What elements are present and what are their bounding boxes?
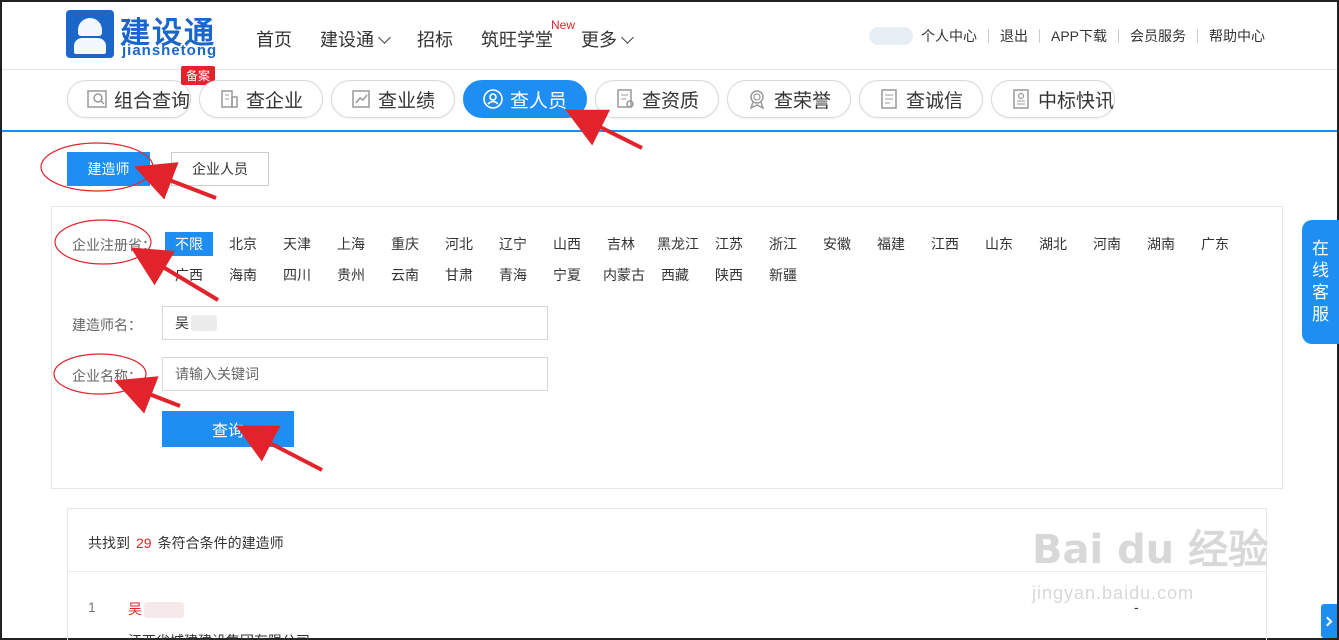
divider (68, 571, 1266, 572)
chart-icon (352, 90, 370, 108)
nav-jianshetong[interactable]: 建设通 (320, 26, 391, 52)
province-option[interactable]: 河南 (1083, 232, 1131, 256)
province-option[interactable]: 天津 (273, 232, 321, 256)
search-tabbar: 组合查询 备案 查企业 查业绩 查人员 查资质 查荣誉 查诚信 中标快讯 (2, 66, 1337, 132)
province-option[interactable]: 云南 (381, 263, 429, 287)
nav-bidding[interactable]: 招标 (417, 26, 453, 52)
building-icon (221, 90, 238, 108)
logo[interactable]: 建设通 jianshetong (66, 10, 230, 60)
province-option[interactable]: 黑龙江 (651, 232, 705, 256)
province-option[interactable]: 西藏 (651, 263, 699, 287)
province-option[interactable]: 吉林 (597, 232, 645, 256)
query-button[interactable]: 查询 (162, 411, 294, 447)
result-company[interactable]: 江西省城建建设集团有限公司 (128, 631, 310, 640)
link-app-download[interactable]: APP下载 (1051, 26, 1107, 46)
tab-personnel[interactable]: 查人员 (463, 80, 587, 118)
divider (1038, 29, 1040, 43)
logo-subtext: jianshetong (122, 42, 218, 59)
province-option[interactable]: 重庆 (381, 232, 429, 256)
nav-academy[interactable]: 筑旺学堂 New (481, 18, 575, 52)
avatar[interactable] (868, 27, 913, 45)
province-option[interactable]: 宁夏 (543, 263, 591, 287)
province-option[interactable]: 广西 (165, 263, 213, 287)
link-member-service[interactable]: 会员服务 (1130, 26, 1186, 46)
subtab-builder[interactable]: 建造师 (67, 152, 150, 186)
province-option[interactable]: 河北 (435, 232, 483, 256)
province-option[interactable]: 安徽 (813, 232, 861, 256)
chevron-down-icon (621, 31, 634, 44)
tab-performance[interactable]: 查业绩 (331, 80, 455, 118)
province-option[interactable]: 福建 (867, 232, 915, 256)
chevron-down-icon (378, 31, 391, 44)
province-option[interactable]: 四川 (273, 263, 321, 287)
province-option[interactable]: 湖南 (1137, 232, 1185, 256)
document-icon (881, 89, 897, 109)
result-extra: - (1134, 599, 1139, 615)
province-option[interactable]: 浙江 (759, 232, 807, 256)
builder-name-input[interactable]: 吴 (162, 306, 548, 340)
top-header: 建设通 jianshetong 首页 建设通 招标 筑旺学堂 New 更多 个人中… (2, 2, 1337, 70)
builder-name-label: 建造师名： (72, 317, 142, 333)
tab-company[interactable]: 查企业 (199, 80, 323, 118)
results-count: 29 (136, 535, 152, 551)
result-name-link[interactable]: 吴 (128, 599, 184, 619)
province-option[interactable]: 辽宁 (489, 232, 537, 256)
province-label: 企业注册省： (72, 237, 156, 253)
tab-combo-search[interactable]: 组合查询 (67, 80, 191, 118)
divider (1197, 29, 1198, 43)
province-option[interactable]: 海南 (219, 263, 267, 287)
result-index: 1 (88, 599, 96, 615)
province-option[interactable]: 青海 (489, 263, 537, 287)
company-name-label: 企业名称： (72, 368, 142, 384)
link-user-center[interactable]: 个人中心 (921, 26, 977, 46)
logo-mark-icon (66, 10, 114, 58)
results-summary: 共找到 29 条符合条件的建造师 (88, 535, 284, 551)
province-option[interactable]: 贵州 (327, 263, 375, 287)
tab-qualification[interactable]: 查资质 (595, 80, 719, 118)
chevron-right-icon (1322, 616, 1333, 626)
province-option[interactable]: 江西 (921, 232, 969, 256)
province-option[interactable]: 广东 (1191, 232, 1239, 256)
province-option[interactable]: 山西 (543, 232, 591, 256)
nav-more[interactable]: 更多 (581, 26, 634, 52)
new-badge: New (550, 18, 575, 32)
province-option[interactable]: 上海 (327, 232, 375, 256)
subtab-company-staff[interactable]: 企业人员 (171, 152, 269, 186)
person-icon (483, 89, 503, 109)
nav-home[interactable]: 首页 (256, 26, 292, 52)
results-panel: 共找到29条符合条件的建造师 1 吴 江西省城建建设集团有限公司 - (67, 508, 1267, 640)
search-combo-icon (87, 90, 107, 108)
main-nav: 首页 建设通 招标 筑旺学堂 New 更多 (256, 18, 660, 52)
tab-bid-news[interactable]: 中标快讯 (991, 80, 1115, 118)
certificate-icon (617, 89, 634, 108)
divider (987, 29, 989, 43)
tab-honor[interactable]: 查荣誉 (727, 80, 851, 118)
online-service-button[interactable]: 在 线 客 服 (1302, 220, 1339, 344)
filter-panel: 企业注册省： 不限 北京 天津 上海 重庆 河北 辽宁 山西 吉林 黑龙江 江苏 浙江 安徽 福建 江西 山东… (51, 206, 1283, 489)
expand-side-button[interactable] (1321, 604, 1337, 638)
link-help-center[interactable]: 帮助中心 (1209, 26, 1265, 46)
province-option[interactable]: 新疆 (759, 263, 807, 287)
top-links: 个人中心 退出 APP下载 会员服务 帮助中心 (868, 26, 1265, 46)
divider (1118, 29, 1119, 43)
province-option[interactable]: 江苏 (705, 232, 753, 256)
tab-credit[interactable]: 查诚信 (859, 80, 983, 118)
province-option[interactable]: 北京 (219, 232, 267, 256)
province-option[interactable]: 不限 (165, 232, 213, 256)
province-option[interactable]: 甘肃 (435, 263, 483, 287)
medal-icon (749, 90, 765, 110)
news-icon (1013, 89, 1029, 109)
province-option[interactable]: 山东 (975, 232, 1023, 256)
province-option[interactable]: 陕西 (705, 263, 753, 287)
link-logout[interactable]: 退出 (1000, 26, 1028, 46)
company-name-input[interactable]: 请输入关键词 (162, 357, 548, 391)
province-option[interactable]: 湖北 (1029, 232, 1077, 256)
province-option[interactable]: 内蒙古 (597, 263, 651, 287)
